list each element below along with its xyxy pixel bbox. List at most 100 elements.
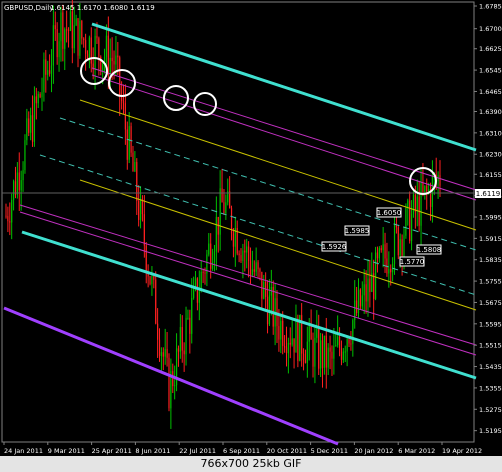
- svg-text:1.5808: 1.5808: [417, 246, 442, 254]
- candle-body: [276, 298, 278, 327]
- candle-body: [285, 347, 288, 354]
- candle-body: [31, 115, 34, 142]
- x-tick-label: 20 Oct 2011: [267, 447, 307, 455]
- candle-body: [251, 269, 253, 275]
- candle-body: [183, 350, 185, 355]
- candle-body: [312, 339, 314, 367]
- candle-body: [168, 357, 170, 409]
- y-tick-label: 1.6545: [479, 67, 502, 75]
- candle-body: [117, 55, 119, 58]
- candle-body: [189, 317, 191, 334]
- candle-body: [304, 360, 307, 363]
- candle-body: [143, 214, 145, 246]
- price-label-2: 1.5985: [344, 225, 370, 236]
- candle-body: [47, 70, 49, 75]
- x-tick-label: 25 Apr 2011: [92, 447, 132, 455]
- candle-body: [30, 115, 32, 133]
- candle-body: [255, 262, 257, 272]
- candle-body: [338, 336, 341, 349]
- candle-body: [221, 188, 223, 203]
- candle-body: [323, 335, 325, 368]
- candle-body: [12, 181, 15, 200]
- candle-body: [191, 297, 193, 334]
- y-tick-label: 1.5275: [479, 406, 502, 414]
- candle-body: [327, 347, 329, 368]
- candle-body: [397, 227, 399, 256]
- candle-body: [223, 202, 225, 214]
- candle-body: [401, 239, 403, 256]
- candle-body: [356, 300, 358, 314]
- price-label-3: 1.5926: [321, 241, 347, 252]
- candle-body: [367, 278, 369, 302]
- candle-body: [202, 271, 204, 273]
- candle-body: [289, 342, 291, 345]
- candle-body: [134, 162, 136, 172]
- candle-body: [122, 101, 125, 104]
- candle-body: [155, 279, 157, 324]
- candle-body: [62, 12, 64, 49]
- candle-body: [399, 239, 401, 256]
- candle-body: [28, 118, 30, 133]
- chart-background: [0, 0, 502, 456]
- candle-body: [352, 320, 354, 344]
- candle-body: [321, 340, 324, 368]
- svg-text:1.6119: 1.6119: [476, 190, 501, 198]
- candle-body: [115, 55, 117, 65]
- candle-body: [64, 29, 66, 49]
- candle-body: [297, 318, 299, 361]
- price-label-4: 1.5808: [416, 244, 442, 255]
- candle-body: [9, 221, 11, 223]
- candle-body: [73, 25, 75, 49]
- candle-body: [90, 37, 92, 64]
- candle-body: [109, 57, 111, 75]
- candle-body: [132, 152, 134, 172]
- candle-body: [215, 216, 217, 252]
- candle-body: [39, 94, 41, 98]
- current-price-tag: 1.6119: [475, 189, 501, 198]
- candle-body: [177, 348, 180, 352]
- candle-body: [172, 371, 174, 387]
- y-tick-label: 1.6390: [479, 108, 502, 116]
- candle-body: [105, 35, 108, 57]
- x-tick-label: 6 Mar 2012: [398, 447, 435, 455]
- candle-body: [139, 198, 142, 220]
- candle-body: [331, 351, 333, 359]
- candle-body: [33, 96, 36, 142]
- y-tick-label: 1.6310: [479, 129, 502, 137]
- candle-body: [335, 345, 337, 347]
- candle-body: [382, 244, 384, 251]
- candle-body: [56, 29, 58, 58]
- svg-text:1.5985: 1.5985: [345, 227, 370, 235]
- candle-body: [261, 271, 263, 299]
- candle-body: [380, 248, 382, 251]
- candle-body: [52, 25, 54, 66]
- candle-body: [138, 200, 140, 220]
- candle-body: [107, 35, 109, 75]
- candle-body: [43, 59, 45, 93]
- candle-body: [20, 180, 22, 191]
- candle-body: [369, 278, 371, 292]
- candle-body: [342, 351, 344, 360]
- candle-body: [67, 29, 70, 31]
- symbol-label: GBPUSD,Daily: [4, 4, 53, 12]
- candle-body: [151, 275, 153, 285]
- candle-body: [244, 250, 246, 253]
- y-axis: 1.6785 1.6700 1.6625 1.6545 1.6465 1.6390 1.63…: [474, 3, 502, 435]
- candle-body: [66, 29, 68, 31]
- candle-body: [424, 185, 426, 193]
- candle-body: [94, 35, 96, 70]
- y-tick-label: 1.6155: [479, 171, 502, 179]
- candle-body: [211, 262, 214, 269]
- candle-body: [348, 339, 350, 344]
- candle-body: [422, 182, 424, 193]
- candle-body: [350, 343, 352, 345]
- candle-body: [162, 352, 164, 357]
- candle-body: [376, 252, 379, 259]
- candle-body: [22, 170, 24, 181]
- candle-body: [229, 191, 231, 209]
- candle-body: [232, 233, 235, 247]
- candle-body: [346, 339, 348, 352]
- candle-body: [407, 200, 409, 208]
- candle-body: [272, 286, 274, 327]
- candle-body: [384, 244, 386, 259]
